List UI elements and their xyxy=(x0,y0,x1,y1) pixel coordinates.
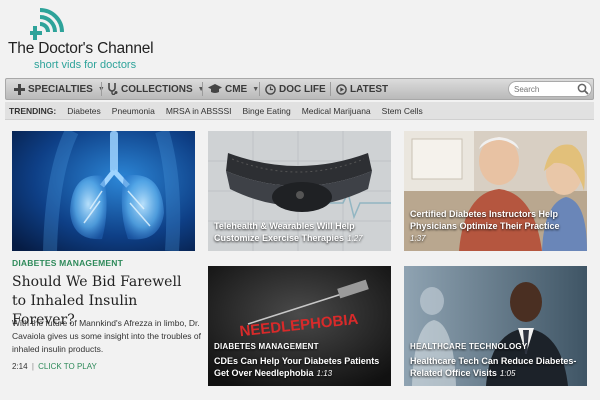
trending-link-medical-marijuana[interactable]: Medical Marijuana xyxy=(302,106,371,116)
trending-link-pneumonia[interactable]: Pneumonia xyxy=(112,106,155,116)
magnifier-icon[interactable] xyxy=(577,83,589,95)
nav-specialties[interactable]: SPECIALTIES ▼ xyxy=(14,79,105,99)
nav-specialties-label: SPECIALTIES xyxy=(28,83,93,95)
tile-title: CDEs Can Help Your Diabetes Patients Get… xyxy=(214,356,380,378)
plus-icon xyxy=(14,83,25,95)
clock-icon xyxy=(265,83,276,95)
nav-latest-label: LATEST xyxy=(350,83,389,95)
tile-category: HEALTHCARE TECHNOLOGY xyxy=(410,342,528,351)
play-circle-icon xyxy=(336,83,347,95)
tile-caption: DIABETES MANAGEMENT CDEs Can Help Your D… xyxy=(214,341,385,380)
nav-divider xyxy=(259,82,260,96)
nav-collections-label: COLLECTIONS xyxy=(121,83,193,95)
nav-collections[interactable]: COLLECTIONS ▼ xyxy=(107,79,205,99)
meta-separator: | xyxy=(31,362,34,371)
tile-caption: Certified Diabetes Instructors Help Phys… xyxy=(410,208,581,245)
trending-link-diabetes[interactable]: Diabetes xyxy=(67,106,101,116)
video-tile-healthcare-tech[interactable]: HEALTHCARE TECHNOLOGY Healthcare Tech Ca… xyxy=(404,266,587,386)
tile-title: Healthcare Tech Can Reduce Diabetes-Rela… xyxy=(410,356,577,378)
tile-duration: 1:05 xyxy=(499,369,516,378)
tile-duration: 1:27 xyxy=(347,234,363,243)
tile-title: Telehealth & Wearables Will Help Customi… xyxy=(214,221,355,243)
featured-description: With the future of Mannkind's Afrezza in… xyxy=(12,318,201,354)
tile-title: Certified Diabetes Instructors Help Phys… xyxy=(410,209,560,231)
featured-lungs-image[interactable] xyxy=(12,131,195,251)
featured-meta: 2:14 | CLICK TO PLAY xyxy=(12,362,97,371)
video-tile-diabetes-instructors[interactable]: Certified Diabetes Instructors Help Phys… xyxy=(404,131,587,251)
featured-category[interactable]: DIABETES MANAGEMENT xyxy=(12,258,123,268)
wifi-plus-icon xyxy=(30,8,64,40)
nav-divider xyxy=(202,82,203,96)
nav-cme[interactable]: CME ▼ xyxy=(208,79,259,99)
trending-link-stem-cells[interactable]: Stem Cells xyxy=(382,106,423,116)
video-tile-telehealth[interactable]: Telehealth & Wearables Will Help Customi… xyxy=(208,131,391,251)
tile-caption: Telehealth & Wearables Will Help Customi… xyxy=(214,220,385,245)
nav-latest[interactable]: LATEST xyxy=(336,79,388,99)
nav-cme-label: CME xyxy=(225,83,248,95)
featured-duration: 2:14 xyxy=(12,362,28,371)
nav-doc-life-label: DOC LIFE xyxy=(279,83,326,95)
site-tagline: short vids for doctors xyxy=(34,59,137,71)
search-box xyxy=(508,81,592,97)
tile-category: DIABETES MANAGEMENT xyxy=(214,342,319,351)
main-nav: SPECIALTIES ▼ COLLECTIONS ▼ CME ▼ DOC LI… xyxy=(5,78,594,100)
tile-caption: HEALTHCARE TECHNOLOGY Healthcare Tech Ca… xyxy=(410,341,581,380)
trending-label: TRENDING: xyxy=(9,105,57,116)
nav-divider xyxy=(330,82,331,96)
tile-duration: 1:37 xyxy=(410,234,426,243)
graduation-cap-icon xyxy=(208,84,222,93)
tile-duration: 1:13 xyxy=(316,369,333,378)
click-to-play-link[interactable]: CLICK TO PLAY xyxy=(38,362,97,371)
trending-link-binge-eating[interactable]: Binge Eating xyxy=(242,106,290,116)
search-input[interactable] xyxy=(514,83,576,95)
nav-doc-life[interactable]: DOC LIFE xyxy=(265,79,326,99)
site-title: The Doctor's Channel xyxy=(8,40,154,57)
trending-link-mrsa[interactable]: MRSA in ABSSSI xyxy=(166,106,232,116)
site-logo[interactable]: The Doctor's Channel short vids for doct… xyxy=(8,2,188,72)
nav-divider xyxy=(101,82,102,96)
stethoscope-icon xyxy=(108,83,118,95)
video-tile-needlephobia[interactable]: NEEDLEPHOBIA DIABETES MANAGEMENT CDEs Ca… xyxy=(208,266,391,386)
trending-bar: TRENDING: Diabetes Pneumonia MRSA in ABS… xyxy=(5,102,594,120)
